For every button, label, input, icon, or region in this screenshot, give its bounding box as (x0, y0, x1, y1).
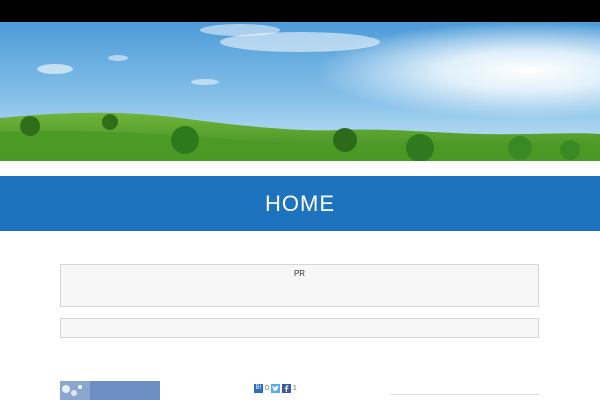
ad-box: PR (60, 264, 539, 307)
hatena-count: 0 (265, 384, 269, 392)
twitter-icon[interactable] (270, 383, 280, 393)
post-thumbnail[interactable] (60, 381, 160, 400)
page-title: HOME (265, 190, 335, 216)
hatena-bookmark-button[interactable]: B! (254, 383, 263, 393)
header-hero-image (0, 22, 600, 161)
page-title-band: HOME (0, 176, 600, 231)
sidebar-divider (390, 394, 540, 395)
header-spacer (0, 161, 600, 176)
facebook-icon[interactable] (281, 383, 291, 393)
social-share-buttons: B! 0 1 (254, 383, 297, 393)
facebook-count: 1 (292, 384, 297, 392)
ad-label: PR (293, 269, 306, 278)
top-bar (0, 0, 600, 22)
widget-box (60, 318, 539, 338)
